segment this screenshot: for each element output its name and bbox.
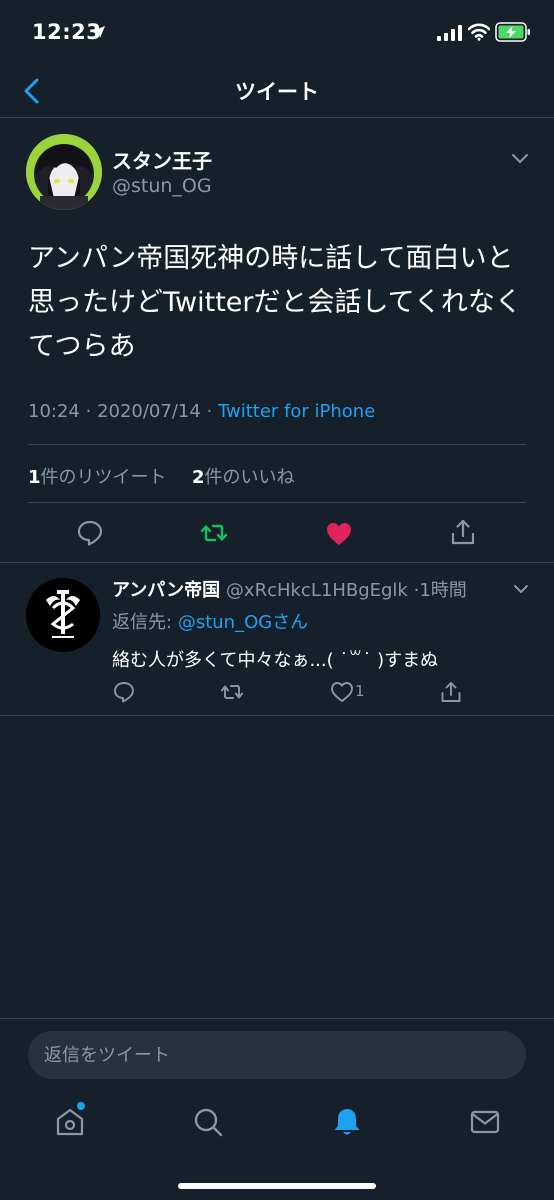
heart-filled-icon[interactable]: [325, 520, 353, 548]
tweet-text: アンパン帝国死神の時に話して面白いと思ったけどTwitterだと会話してくれなく…: [28, 243, 522, 362]
divider: [28, 444, 526, 445]
home-indicator[interactable]: [178, 1183, 376, 1189]
reply-icon[interactable]: [76, 519, 104, 547]
reply-time: 1時間: [419, 580, 467, 601]
retweet-stat[interactable]: 1件のリツイート: [28, 467, 167, 488]
page-title: ツイート: [235, 80, 319, 104]
reply-input[interactable]: [28, 1031, 526, 1079]
meta-separator: ·: [206, 401, 218, 422]
location-arrow-icon: [93, 26, 105, 38]
notifications-icon[interactable]: [331, 1106, 363, 1138]
reply-icon[interactable]: [112, 680, 136, 704]
tweet-date: 2020/07/14: [97, 401, 201, 422]
reply-compose-bar: [0, 1018, 554, 1090]
retweet-icon[interactable]: [220, 680, 244, 704]
author-avatar-image: [26, 134, 102, 210]
cellular-signal-icon: [437, 25, 462, 41]
share-icon[interactable]: [449, 518, 477, 546]
author-name[interactable]: スタン王子: [112, 145, 212, 174]
reply-like-count: 1: [355, 682, 365, 700]
chevron-down-icon[interactable]: [510, 151, 530, 165]
share-icon[interactable]: [439, 680, 463, 704]
reply-avatar-image: [26, 578, 100, 652]
search-icon[interactable]: [192, 1106, 224, 1138]
tweet-stats: 1件のリツイート 2件のいいね: [28, 463, 295, 489]
tweet-action-bar: [0, 515, 554, 555]
divider: [28, 502, 526, 503]
top-navigation-bar: ツイート: [0, 66, 554, 118]
home-notification-dot: [77, 1102, 85, 1110]
replying-to-label: 返信先:: [112, 612, 173, 633]
heart-outline-icon[interactable]: [330, 680, 354, 704]
meta-separator: ·: [85, 401, 98, 422]
reply-tweet[interactable]: アンパン帝国 @xRcHkcL1HBgEglk ·1時間 返信先: @stun_…: [0, 564, 554, 716]
reply-author-name[interactable]: アンパン帝国: [112, 580, 220, 601]
replying-to: 返信先: @stun_OGさん: [112, 608, 308, 634]
messages-icon[interactable]: [469, 1106, 501, 1138]
replying-to-mention[interactable]: @stun_OGさん: [178, 612, 308, 633]
like-stat[interactable]: 2件のいいね: [192, 467, 295, 488]
author-avatar[interactable]: [26, 134, 102, 210]
tweet-source-link[interactable]: Twitter for iPhone: [218, 401, 375, 422]
tweet-time: 10:24: [28, 401, 80, 422]
battery-charging-icon: [495, 22, 530, 42]
retweet-icon[interactable]: [200, 519, 228, 547]
reply-author-handle[interactable]: @xRcHkcL1HBgEglk: [226, 580, 408, 601]
tweet-meta: 10:24 · 2020/07/14 · Twitter for iPhone: [28, 401, 375, 422]
reply-header: アンパン帝国 @xRcHkcL1HBgEglk ·1時間: [112, 576, 467, 602]
author-handle[interactable]: @stun_OG: [112, 175, 212, 197]
home-icon[interactable]: [54, 1106, 86, 1138]
main-tweet: スタン王子 @stun_OG アンパン帝国死神の時に話して面白いと思ったけどTw…: [0, 119, 554, 563]
wifi-icon: [468, 23, 490, 41]
chevron-down-icon[interactable]: [512, 583, 530, 595]
status-time: 12:23: [32, 20, 102, 44]
reply-text: 絡む人が多くて中々なぁ...( ˙꒳˙ )すまぬ: [112, 650, 439, 671]
reply-author-avatar[interactable]: [26, 578, 100, 652]
status-bar: 12:23: [0, 0, 554, 66]
